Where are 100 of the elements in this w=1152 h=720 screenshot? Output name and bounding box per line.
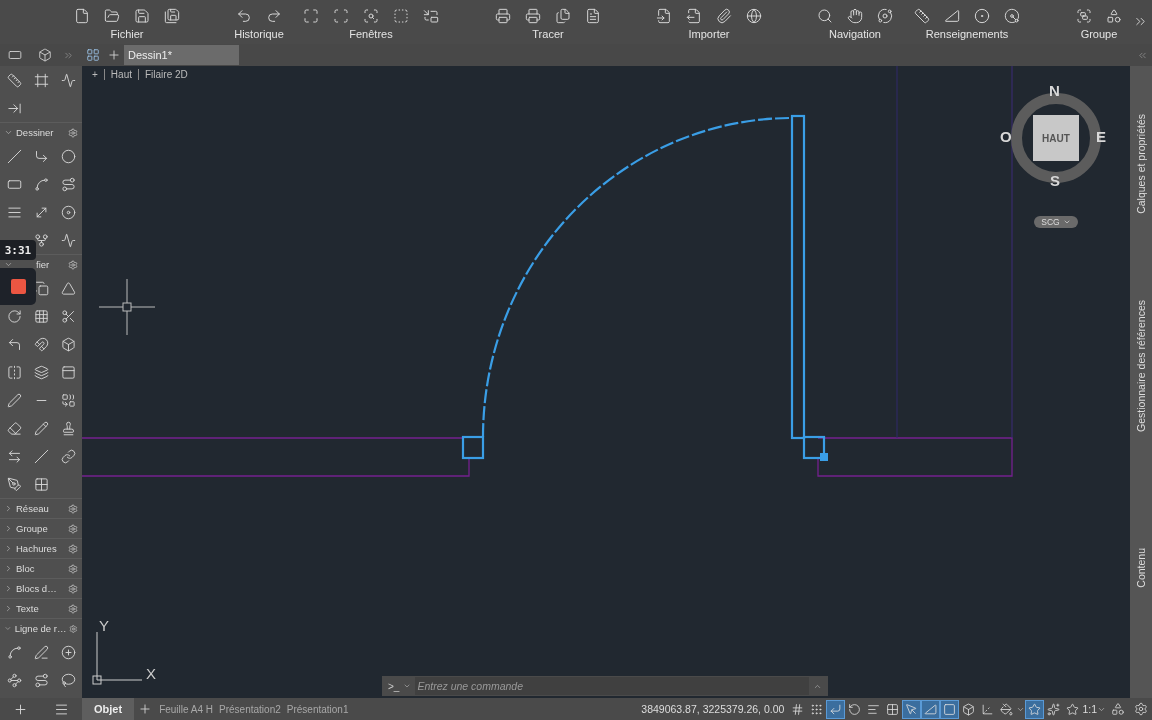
- caret-icon[interactable]: [4, 524, 13, 533]
- caret-icon[interactable]: [4, 584, 13, 593]
- scan-icon[interactable]: [333, 8, 349, 24]
- command-prompt[interactable]: >_: [388, 680, 400, 692]
- pen-line-icon[interactable]: [34, 644, 49, 660]
- eraser-icon[interactable]: [7, 420, 22, 436]
- shapes-icon[interactable]: [1106, 8, 1122, 24]
- settings-icon[interactable]: [68, 603, 78, 614]
- status-toggle[interactable]: [940, 699, 960, 719]
- corner-arrow-icon[interactable]: [7, 336, 22, 352]
- stamp-icon[interactable]: [61, 420, 76, 436]
- caret-icon[interactable]: [4, 544, 13, 553]
- group-icon[interactable]: [1076, 8, 1092, 24]
- annotation-toggle[interactable]: [1025, 699, 1045, 719]
- copy-icon[interactable]: [34, 280, 49, 296]
- folder-icon[interactable]: [104, 8, 120, 24]
- status-toggle[interactable]: [902, 699, 922, 719]
- pen-tool-icon[interactable]: [7, 476, 22, 492]
- plus-icon[interactable]: [138, 702, 153, 716]
- triangle-icon[interactable]: [61, 280, 76, 296]
- settings-icon[interactable]: [68, 523, 78, 534]
- section-label[interactable]: Texte: [16, 603, 65, 614]
- layout-tab[interactable]: Présentation1: [283, 698, 352, 720]
- settings-icon[interactable]: [68, 543, 78, 554]
- curve-icon[interactable]: [7, 644, 22, 660]
- rectangle-icon[interactable]: [8, 48, 22, 62]
- scale-readout[interactable]: 1:1: [1082, 703, 1097, 715]
- caret-icon[interactable]: [403, 682, 412, 690]
- radius-icon[interactable]: [1004, 8, 1020, 24]
- maximize-icon[interactable]: [303, 8, 319, 24]
- section-label[interactable]: Dessiner: [16, 127, 65, 138]
- mirror-icon[interactable]: [7, 364, 22, 380]
- dashed-square-icon[interactable]: [393, 8, 409, 24]
- grid-icon[interactable]: [34, 476, 49, 492]
- drawing-tab[interactable]: Dessin1*: [124, 45, 239, 65]
- view-cube-face[interactable]: HAUT: [1033, 115, 1079, 161]
- section-label[interactable]: Bloc: [16, 563, 65, 574]
- orbit-icon[interactable]: [877, 8, 893, 24]
- file-icon[interactable]: [74, 8, 90, 24]
- printer-icon[interactable]: [525, 8, 541, 24]
- ucs-dropdown[interactable]: SCG: [1034, 216, 1078, 228]
- frame-icon[interactable]: [34, 72, 49, 88]
- pencil-icon[interactable]: [34, 420, 49, 436]
- caret-icon[interactable]: [4, 260, 13, 269]
- printer-icon[interactable]: [495, 8, 511, 24]
- fork-icon[interactable]: [34, 232, 49, 248]
- settings-icon[interactable]: [1134, 702, 1148, 716]
- floppy-disks-icon[interactable]: [164, 8, 180, 24]
- line-icon[interactable]: [34, 448, 49, 464]
- plus-icon[interactable]: [13, 701, 28, 717]
- status-toggle[interactable]: [826, 699, 846, 719]
- section-label[interactable]: Ligne de r…: [14, 623, 67, 634]
- compass-letter[interactable]: N: [1049, 82, 1060, 99]
- rotate-icon[interactable]: [7, 308, 22, 324]
- side-panel-tab[interactable]: Calques et propriétés: [1135, 114, 1147, 214]
- arrow-left-right-icon[interactable]: [7, 448, 22, 464]
- grid-icon[interactable]: [34, 308, 49, 324]
- settings-icon[interactable]: [68, 259, 78, 270]
- section-label[interactable]: fier: [16, 259, 65, 270]
- command-input[interactable]: Entrez une commande: [415, 677, 809, 695]
- picture-in-picture-icon[interactable]: [423, 8, 439, 24]
- cube-icon[interactable]: [61, 336, 76, 352]
- undo-icon[interactable]: [236, 8, 252, 24]
- curve-icon[interactable]: [34, 176, 49, 192]
- zigzag-icon[interactable]: [61, 72, 76, 88]
- settings-icon[interactable]: [68, 583, 78, 594]
- shapes-icon[interactable]: [1111, 702, 1125, 716]
- circle-dot-icon[interactable]: [974, 8, 990, 24]
- diagonal-arrow-icon[interactable]: [34, 204, 49, 220]
- side-panel-tab[interactable]: Gestionnaire des références: [1135, 299, 1147, 432]
- caret-icon[interactable]: [4, 604, 13, 613]
- combine-icon[interactable]: [61, 392, 76, 408]
- menu-icon[interactable]: [54, 701, 69, 717]
- section-label[interactable]: Blocs d…: [16, 583, 65, 594]
- ruler-icon[interactable]: [914, 8, 930, 24]
- settings-icon[interactable]: [68, 563, 78, 574]
- caret-icon[interactable]: [4, 128, 13, 137]
- link-icon[interactable]: [61, 448, 76, 464]
- caret-icon[interactable]: [4, 504, 13, 513]
- side-panel-tab[interactable]: Contenu: [1135, 547, 1147, 588]
- right-triangle-icon[interactable]: [944, 8, 960, 24]
- viewport-control[interactable]: Haut: [110, 69, 132, 80]
- ruler-icon[interactable]: [7, 72, 22, 88]
- caret-icon[interactable]: [4, 564, 13, 573]
- line-icon[interactable]: [7, 148, 22, 164]
- circle-icon[interactable]: [61, 148, 76, 164]
- settings-icon[interactable]: [69, 623, 78, 634]
- route-icon[interactable]: [34, 672, 49, 688]
- scissors-icon[interactable]: [61, 308, 76, 324]
- cube-icon[interactable]: [38, 48, 52, 62]
- layout-tab[interactable]: Objet: [82, 698, 135, 720]
- status-toggle[interactable]: [921, 699, 941, 719]
- files-icon[interactable]: [555, 8, 571, 24]
- document-icon[interactable]: [585, 8, 601, 24]
- section-label[interactable]: Réseau: [16, 503, 65, 514]
- hand-icon[interactable]: [847, 8, 863, 24]
- layers-icon[interactable]: [34, 364, 49, 380]
- viewport-control[interactable]: +: [92, 69, 98, 80]
- section-label[interactable]: Groupe: [16, 523, 65, 534]
- stop-recording-button[interactable]: [10, 279, 26, 294]
